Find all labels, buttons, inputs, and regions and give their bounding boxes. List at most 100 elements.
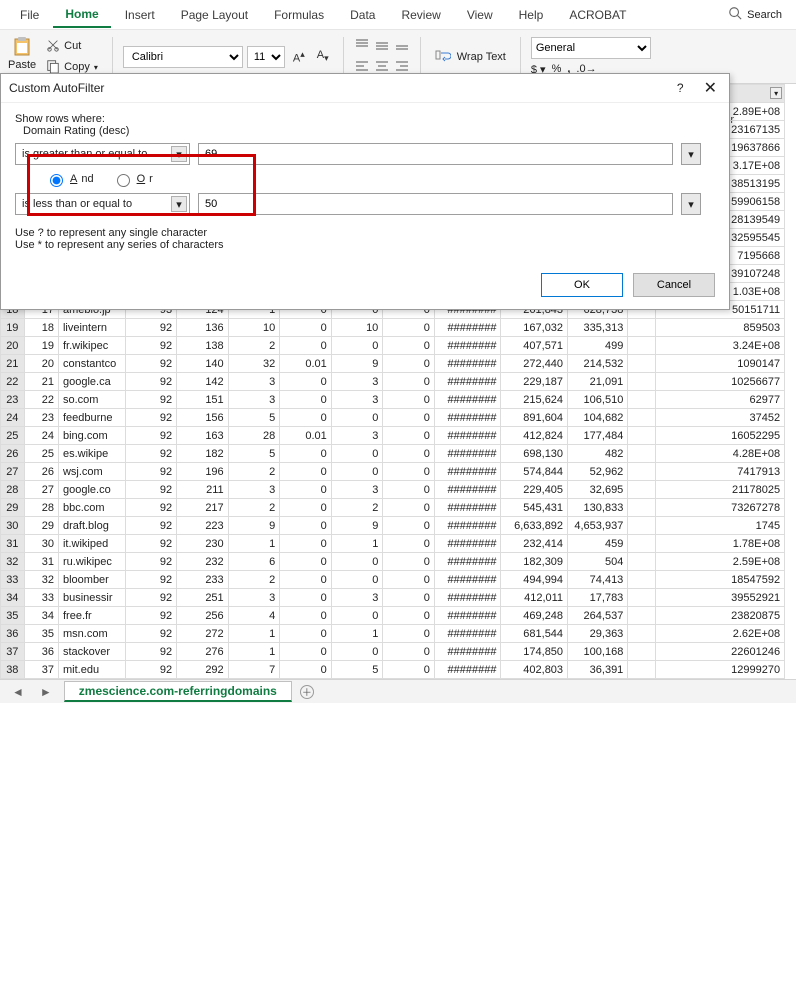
cell[interactable]: 0: [280, 517, 332, 535]
cell[interactable]: 92: [125, 589, 177, 607]
cell[interactable]: 142: [177, 373, 229, 391]
cell[interactable]: 1.78E+08: [656, 535, 785, 553]
cell[interactable]: 92: [125, 625, 177, 643]
cell[interactable]: businessir: [58, 589, 125, 607]
cell[interactable]: wsj.com: [58, 463, 125, 481]
cell[interactable]: 0.01: [280, 427, 332, 445]
cell[interactable]: 104,682: [568, 409, 628, 427]
cell[interactable]: 0: [331, 571, 383, 589]
cell[interactable]: 292: [177, 661, 229, 679]
cell[interactable]: ########: [434, 553, 501, 571]
cell[interactable]: 229,187: [501, 373, 568, 391]
cell[interactable]: 36,391: [568, 661, 628, 679]
cell[interactable]: 5: [331, 661, 383, 679]
cell[interactable]: so.com: [58, 391, 125, 409]
cell[interactable]: 482: [568, 445, 628, 463]
cell[interactable]: 2: [228, 463, 280, 481]
cell[interactable]: 504: [568, 553, 628, 571]
cell[interactable]: 3: [228, 589, 280, 607]
cell[interactable]: 29,363: [568, 625, 628, 643]
cell[interactable]: bloomber: [58, 571, 125, 589]
row-header[interactable]: 32: [1, 553, 25, 571]
cell[interactable]: ########: [434, 571, 501, 589]
cell[interactable]: 0.01: [280, 355, 332, 373]
cell[interactable]: 3: [331, 589, 383, 607]
cell[interactable]: 5: [228, 409, 280, 427]
cell[interactable]: 0: [280, 571, 332, 589]
font-size-select[interactable]: 11: [247, 46, 285, 68]
cell[interactable]: 0: [280, 337, 332, 355]
cell[interactable]: 0: [383, 319, 435, 337]
sheet-tab-active[interactable]: zmescience.com-referringdomains: [64, 681, 292, 702]
paste-button[interactable]: Paste: [8, 37, 36, 77]
cell[interactable]: liveintern: [58, 319, 125, 337]
font-family-select[interactable]: Calibri: [123, 46, 243, 68]
cell[interactable]: 0: [331, 643, 383, 661]
cell[interactable]: 3: [331, 427, 383, 445]
cell[interactable]: ########: [434, 409, 501, 427]
cell[interactable]: bbc.com: [58, 499, 125, 517]
cell[interactable]: 20: [24, 355, 58, 373]
and-radio[interactable]: AAndnd: [45, 171, 94, 187]
cell[interactable]: ########: [434, 625, 501, 643]
cell[interactable]: 177,484: [568, 427, 628, 445]
cell[interactable]: 0: [383, 643, 435, 661]
row-header[interactable]: 37: [1, 643, 25, 661]
cell[interactable]: [628, 517, 656, 535]
sheet-nav-prev[interactable]: ◄: [8, 685, 28, 699]
cell[interactable]: 92: [125, 481, 177, 499]
cell[interactable]: 0: [383, 355, 435, 373]
cell[interactable]: [628, 661, 656, 679]
cell[interactable]: 28: [228, 427, 280, 445]
cell[interactable]: 34: [24, 607, 58, 625]
cell[interactable]: 151: [177, 391, 229, 409]
cell[interactable]: 3: [331, 481, 383, 499]
cell[interactable]: 27: [24, 481, 58, 499]
cell[interactable]: 4: [228, 607, 280, 625]
cell[interactable]: [628, 391, 656, 409]
cell[interactable]: 0: [383, 427, 435, 445]
align-middle-button[interactable]: [374, 38, 390, 55]
row-header[interactable]: 31: [1, 535, 25, 553]
cell[interactable]: 21,091: [568, 373, 628, 391]
cell[interactable]: 0: [383, 535, 435, 553]
cell[interactable]: ########: [434, 499, 501, 517]
cell[interactable]: 92: [125, 571, 177, 589]
cell[interactable]: 0: [383, 481, 435, 499]
cell[interactable]: 0: [331, 337, 383, 355]
search-box[interactable]: Search: [722, 4, 788, 25]
cell[interactable]: 574,844: [501, 463, 568, 481]
cell[interactable]: 0: [383, 661, 435, 679]
cell[interactable]: 1745: [656, 517, 785, 535]
cell[interactable]: 215,624: [501, 391, 568, 409]
cell[interactable]: 22: [24, 391, 58, 409]
cell[interactable]: 0: [280, 481, 332, 499]
cell[interactable]: 412,824: [501, 427, 568, 445]
cell[interactable]: 100,168: [568, 643, 628, 661]
cell[interactable]: ########: [434, 319, 501, 337]
row-header[interactable]: 36: [1, 625, 25, 643]
cell[interactable]: 3.24E+08: [656, 337, 785, 355]
cell[interactable]: 0: [331, 607, 383, 625]
cell[interactable]: 92: [125, 517, 177, 535]
cell[interactable]: 92: [125, 661, 177, 679]
add-sheet-button[interactable]: ＋: [300, 685, 314, 699]
cell[interactable]: 2.62E+08: [656, 625, 785, 643]
criteria1-value-input[interactable]: [198, 143, 673, 165]
cell[interactable]: ########: [434, 463, 501, 481]
cell[interactable]: 0: [383, 499, 435, 517]
cell[interactable]: 52,962: [568, 463, 628, 481]
cell[interactable]: constantco: [58, 355, 125, 373]
cell[interactable]: ########: [434, 607, 501, 625]
cell[interactable]: ########: [434, 535, 501, 553]
cell[interactable]: 37452: [656, 409, 785, 427]
cell[interactable]: 32,695: [568, 481, 628, 499]
cell[interactable]: 0: [383, 517, 435, 535]
row-header[interactable]: 24: [1, 409, 25, 427]
tab-insert[interactable]: Insert: [113, 3, 167, 27]
cell[interactable]: 0: [383, 409, 435, 427]
cell[interactable]: 32: [228, 355, 280, 373]
cell[interactable]: 92: [125, 643, 177, 661]
cell[interactable]: 0: [280, 391, 332, 409]
shrink-font-button[interactable]: A▾: [313, 47, 333, 66]
